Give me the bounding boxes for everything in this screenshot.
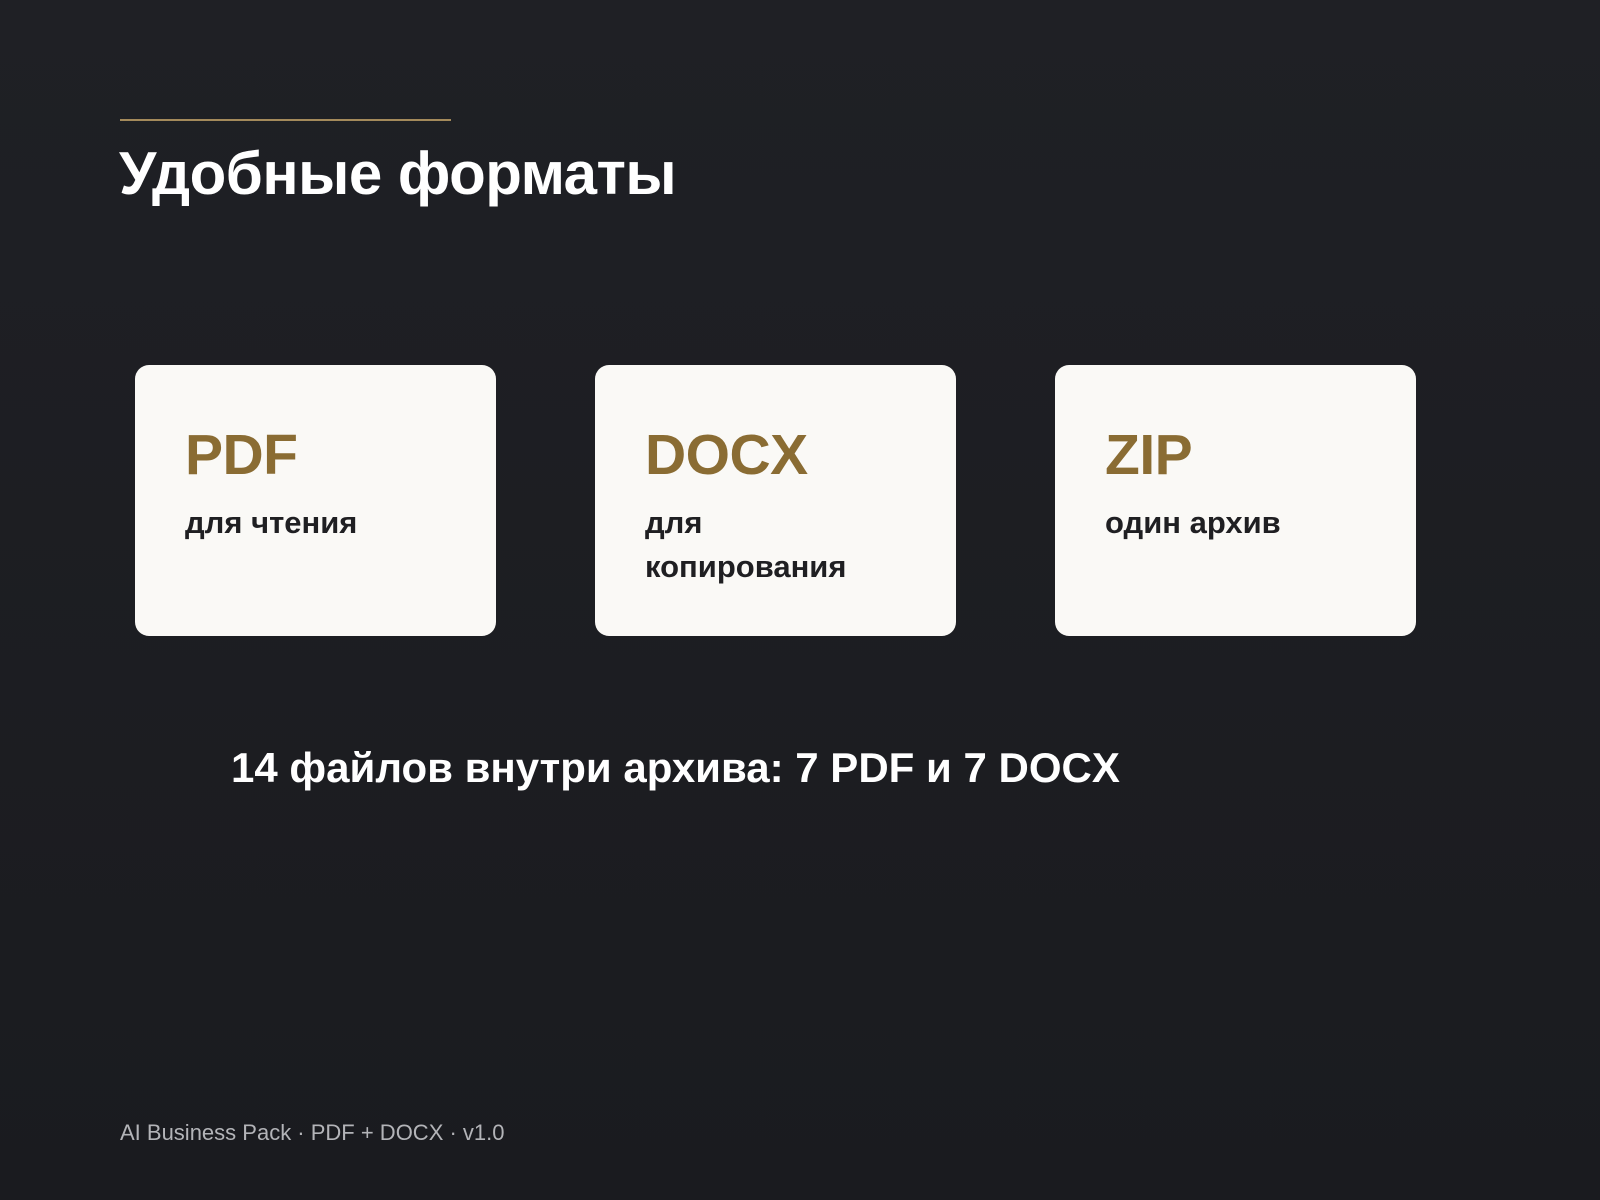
slide: Удобные форматы PDF для чтения DOCX для … (0, 0, 1600, 1200)
format-name: PDF (185, 423, 298, 487)
page-title: Удобные форматы (119, 140, 677, 207)
format-name: DOCX (645, 423, 808, 487)
format-description: для копирования (645, 505, 847, 584)
format-name: ZIP (1105, 423, 1193, 487)
format-cards: PDF для чтения DOCX для копирования ZIP … (135, 365, 1417, 636)
format-card-pdf: PDF для чтения (135, 365, 496, 636)
files-summary: 14 файлов внутри архива: 7 PDF и 7 DOCX (231, 744, 1120, 791)
format-card-zip: ZIP один архив (1055, 365, 1416, 636)
footer-caption: AI Business Pack · PDF + DOCX · v1.0 (120, 1120, 505, 1145)
title-accent-line (120, 119, 451, 121)
format-card-docx: DOCX для копирования (595, 365, 956, 636)
format-description: один архив (1105, 505, 1281, 540)
format-description: для чтения (185, 505, 358, 540)
